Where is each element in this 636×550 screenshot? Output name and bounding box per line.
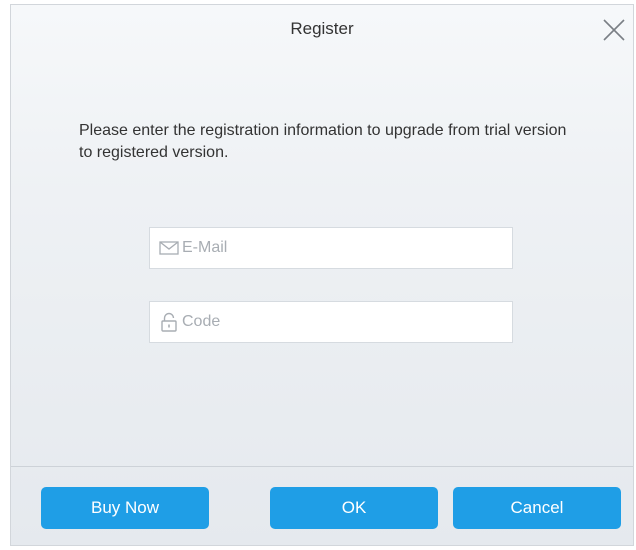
lock-icon <box>158 311 180 333</box>
cancel-button[interactable]: Cancel <box>453 487 621 529</box>
register-dialog: Register Please enter the registration i… <box>10 4 634 546</box>
dialog-title: Register <box>290 19 354 38</box>
email-field[interactable] <box>149 227 513 269</box>
code-field[interactable] <box>149 301 513 343</box>
registration-message: Please enter the registration informatio… <box>79 122 567 161</box>
envelope-icon <box>158 237 180 259</box>
email-input[interactable] <box>180 228 512 268</box>
buy-now-button[interactable]: Buy Now <box>41 487 209 529</box>
footer-divider <box>11 466 633 467</box>
code-input[interactable] <box>180 302 512 342</box>
ok-button[interactable]: OK <box>270 487 438 529</box>
close-icon <box>603 19 625 41</box>
close-button[interactable] <box>601 17 627 43</box>
